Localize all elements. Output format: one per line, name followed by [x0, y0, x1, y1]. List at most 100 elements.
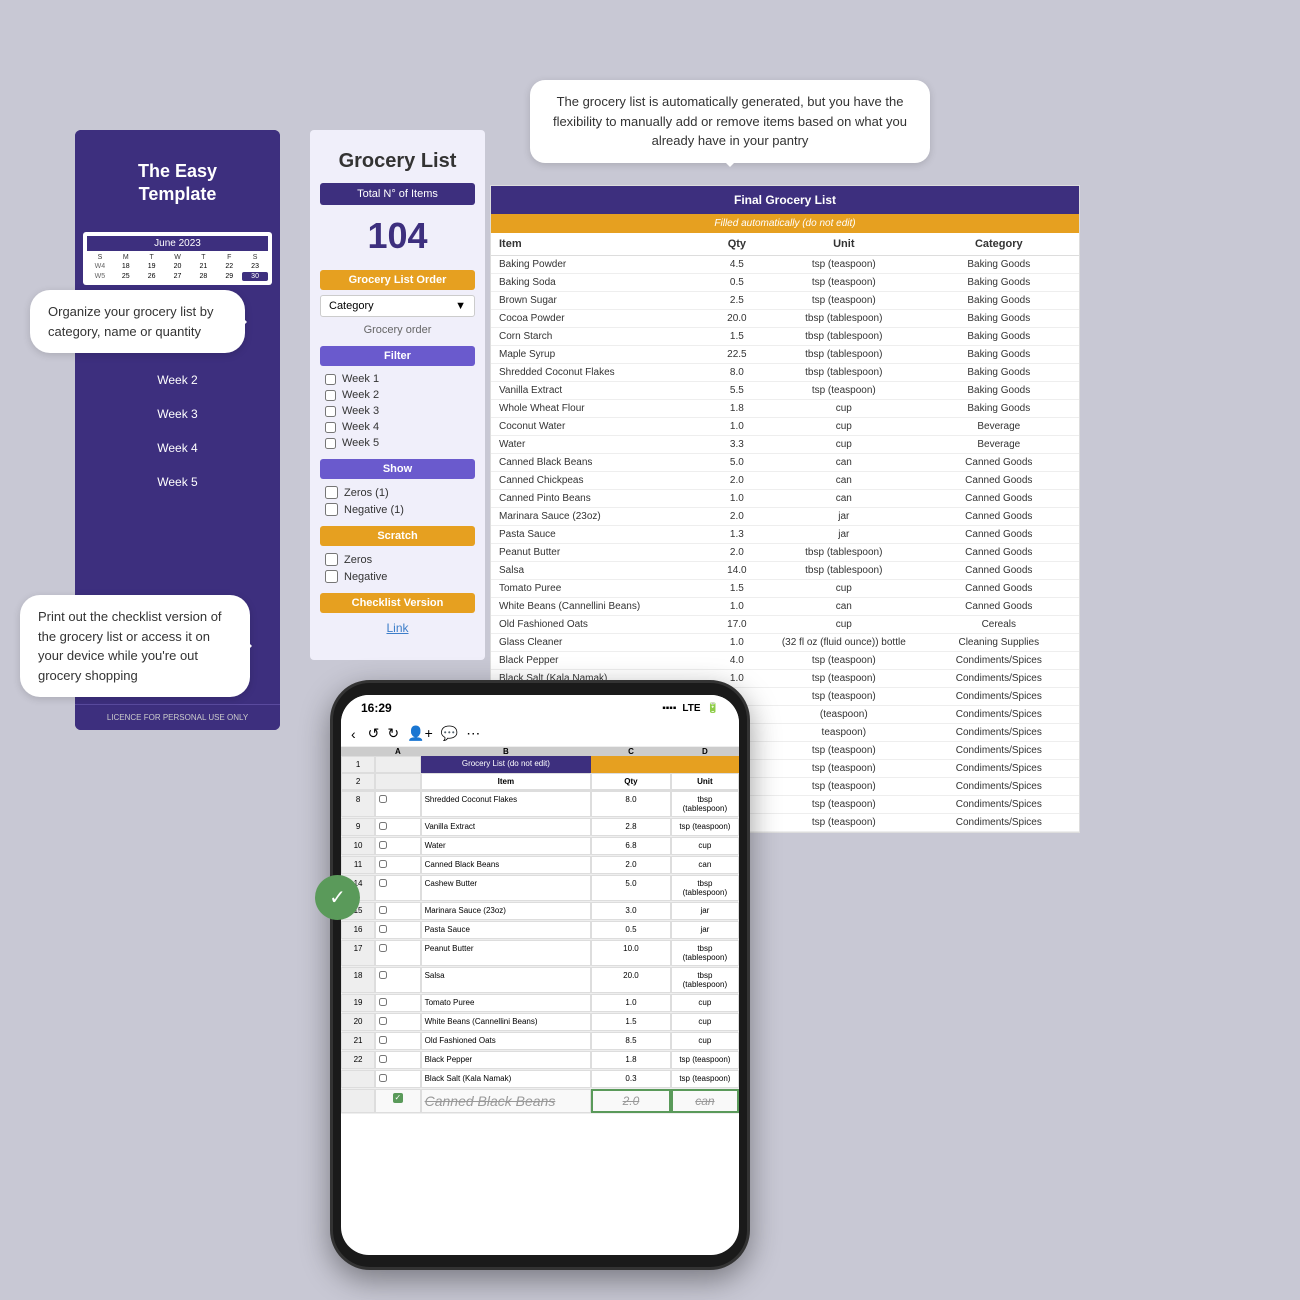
cell-qty: 8.0	[705, 364, 769, 381]
show-zeros[interactable]: Zeros (1)	[325, 484, 470, 501]
nav-week5[interactable]: Week 5	[75, 465, 280, 499]
col-unit: Unit	[769, 233, 919, 255]
cell-item: Maple Syrup	[491, 346, 705, 363]
cell-item: Vanilla Extract	[491, 382, 705, 399]
calendar-week5: W5 252627282930	[87, 272, 268, 281]
check-bubble: ✓	[315, 875, 360, 920]
cell-category: Baking Goods	[919, 256, 1079, 273]
filter-week1[interactable]: Week 1	[325, 371, 470, 387]
cell-item: Glass Cleaner	[491, 634, 705, 651]
phone-row: 8 Shredded Coconut Flakes 8.0 tbsp (tabl…	[341, 791, 739, 818]
checklist-link[interactable]: Link	[310, 616, 485, 640]
table-sub-header: Filled automatically (do not edit)	[491, 214, 1079, 233]
cell-unit: tbsp (tablespoon)	[769, 310, 919, 327]
cell-unit: cup	[769, 418, 919, 435]
table-row: Salsa 14.0 tbsp (tablespoon) Canned Good…	[491, 562, 1079, 580]
filter-week3[interactable]: Week 3	[325, 403, 470, 419]
nav-week4[interactable]: Week 4	[75, 431, 280, 465]
cell-qty: 5.0	[705, 454, 769, 471]
table-row: Baking Soda 0.5 tsp (teaspoon) Baking Go…	[491, 274, 1079, 292]
calendar-month: June 2023	[87, 236, 268, 251]
undo-icon[interactable]: ↺	[368, 725, 380, 742]
total-items-value: 104	[310, 210, 485, 262]
cell-category: Condiments/Spices	[919, 760, 1079, 777]
cell-item: Corn Starch	[491, 328, 705, 345]
cell-item: Whole Wheat Flour	[491, 400, 705, 417]
order-select[interactable]: Category ▼	[320, 295, 475, 317]
cell-category: Cereals	[919, 616, 1079, 633]
redo-icon[interactable]: ↻	[387, 725, 399, 742]
cell-qty: 1.5	[705, 580, 769, 597]
show-negative[interactable]: Negative (1)	[325, 501, 470, 518]
phone-status-icons: ▪▪▪▪ LTE 🔋	[662, 703, 719, 714]
comment-icon[interactable]: 💬	[441, 725, 458, 742]
back-arrow-icon[interactable]: ‹	[351, 726, 356, 742]
phone-sheet-header-row: 1 Grocery List (do not edit)	[341, 756, 739, 773]
show-label: Show	[320, 459, 475, 479]
cell-unit: tsp (teaspoon)	[769, 688, 919, 705]
cell-unit: teaspoon)	[769, 724, 919, 741]
cell-category: Baking Goods	[919, 382, 1079, 399]
cell-item: Baking Powder	[491, 256, 705, 273]
cell-category: Canned Goods	[919, 472, 1079, 489]
cell-category: Beverage	[919, 418, 1079, 435]
cell-item: Brown Sugar	[491, 292, 705, 309]
cell-category: Beverage	[919, 436, 1079, 453]
table-row: Whole Wheat Flour 1.8 cup Baking Goods	[491, 400, 1079, 418]
cell-unit: jar	[769, 508, 919, 525]
template-title: The Easy Template	[75, 130, 280, 227]
add-person-icon[interactable]: 👤+	[407, 725, 433, 742]
more-icon[interactable]: ⋯	[466, 725, 480, 742]
cell-qty: 14.0	[705, 562, 769, 579]
cell-unit: jar	[769, 526, 919, 543]
cell-qty: 5.5	[705, 382, 769, 399]
license-footer: LICENCE FOR PERSONAL USE ONLY	[75, 704, 280, 730]
table-row: Tomato Puree 1.5 cup Canned Goods	[491, 580, 1079, 598]
cell-qty: 22.5	[705, 346, 769, 363]
filter-week4[interactable]: Week 4	[325, 419, 470, 435]
cell-item: Canned Chickpeas	[491, 472, 705, 489]
calendar-week4: W4 181920212223	[87, 262, 268, 271]
cell-category: Canned Goods	[919, 454, 1079, 471]
cell-qty: 1.0	[705, 598, 769, 615]
cell-unit: tsp (teaspoon)	[769, 292, 919, 309]
col-item: Item	[491, 233, 705, 255]
lte-label: LTE	[682, 703, 700, 714]
phone-time: 16:29	[361, 701, 392, 715]
cell-item: Water	[491, 436, 705, 453]
cell-category: Baking Goods	[919, 364, 1079, 381]
cell-unit: (teaspoon)	[769, 706, 919, 723]
table-row: Old Fashioned Oats 17.0 cup Cereals	[491, 616, 1079, 634]
total-items-label: Total N° of Items	[320, 183, 475, 205]
table-main-header: Final Grocery List	[491, 186, 1079, 214]
phone-row: Black Salt (Kala Namak) 0.3 tsp (teaspoo…	[341, 1070, 739, 1089]
table-row: Marinara Sauce (23oz) 2.0 jar Canned Goo…	[491, 508, 1079, 526]
filter-week2[interactable]: Week 2	[325, 387, 470, 403]
table-row: Pasta Sauce 1.3 jar Canned Goods	[491, 526, 1079, 544]
cell-qty: 0.5	[705, 274, 769, 291]
nav-week3[interactable]: Week 3	[75, 397, 280, 431]
cell-qty: 1.3	[705, 526, 769, 543]
phone-toolbar[interactable]: ‹ ↺ ↻ 👤+ 💬 ⋯	[341, 721, 739, 747]
scratch-negative[interactable]: Negative	[325, 568, 470, 585]
phone-row: 9 Vanilla Extract 2.8 tsp (teaspoon)	[341, 818, 739, 837]
filter-week5[interactable]: Week 5	[325, 435, 470, 451]
cell-qty: 20.0	[705, 310, 769, 327]
phone-mockup: 16:29 ▪▪▪▪ LTE 🔋 ‹ ↺ ↻ 👤+ 💬 ⋯ A	[330, 680, 750, 1270]
phone-sheet-col-letters: A B C D	[341, 747, 739, 756]
toolbar-icons: ↺ ↻ 👤+ 💬 ⋯	[368, 725, 481, 742]
filter-weeks: Week 1 Week 2 Week 3 Week 4 Week 5	[310, 371, 485, 451]
cell-qty: 4.5	[705, 256, 769, 273]
calendar-day-headers: SMTWTFS	[87, 254, 268, 261]
cell-item: Salsa	[491, 562, 705, 579]
cell-unit: can	[769, 598, 919, 615]
nav-week2[interactable]: Week 2	[75, 363, 280, 397]
cell-unit: tsp (teaspoon)	[769, 814, 919, 831]
scratch-zeros[interactable]: Zeros	[325, 551, 470, 568]
table-row: Canned Black Beans 5.0 can Canned Goods	[491, 454, 1079, 472]
table-row: Maple Syrup 22.5 tbsp (tablespoon) Bakin…	[491, 346, 1079, 364]
cell-qty: 17.0	[705, 616, 769, 633]
phone-sheet[interactable]: A B C D 1 Grocery List (do not edit) 2 I…	[341, 747, 739, 1227]
cell-unit: (32 fl oz (fluid ounce)) bottle	[769, 634, 919, 651]
cell-category: Condiments/Spices	[919, 778, 1079, 795]
